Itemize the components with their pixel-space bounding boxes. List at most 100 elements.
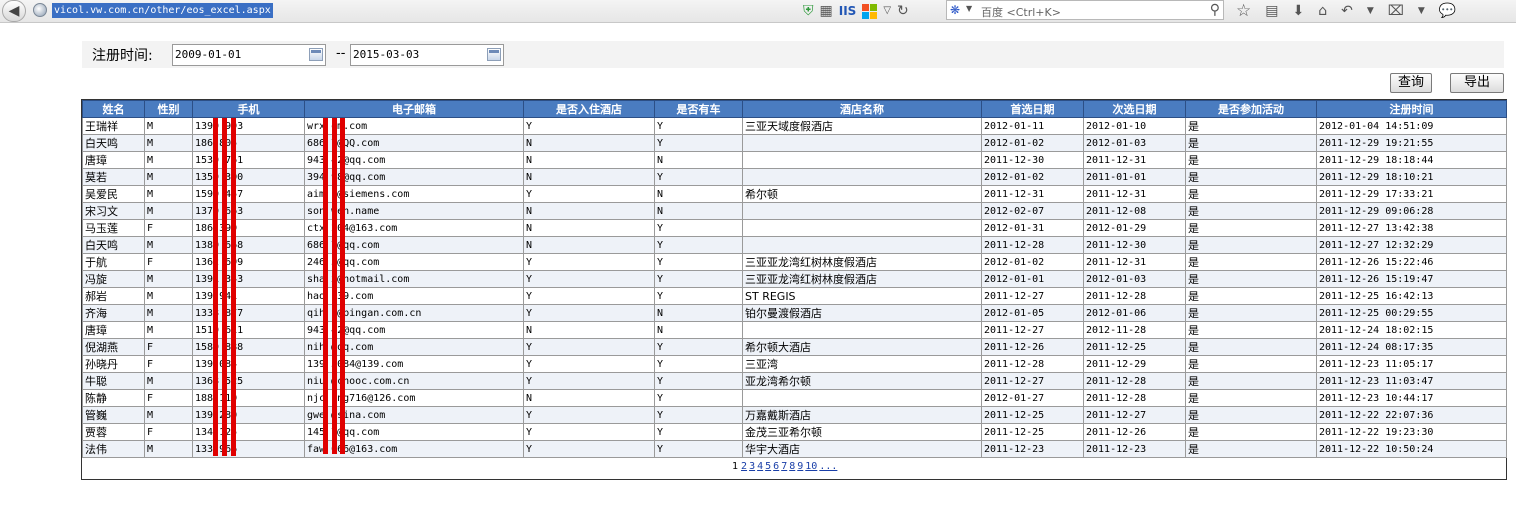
- table-cell: 吴爱民: [82, 185, 145, 203]
- table-cell: 是: [1185, 304, 1317, 322]
- table-row: 冯旋 M 1391 343 sha x@hotmail.com Y Y 三亚亚龙湾红树林度假…: [82, 270, 1507, 288]
- table-cell: 1380 668: [192, 236, 305, 254]
- chevron-down-icon[interactable]: ▼: [1367, 2, 1374, 20]
- table-cell: Y: [523, 270, 655, 288]
- qr-code-icon[interactable]: ▦: [820, 2, 833, 20]
- download-icon[interactable]: ⬇: [1292, 2, 1304, 20]
- table-cell: M: [144, 117, 193, 135]
- table-cell: Y: [654, 406, 743, 424]
- table-cell: 2011-12-30: [981, 151, 1084, 169]
- pagination: 1 2 3 4 5 6 7 8 9 10...: [732, 461, 839, 472]
- table-cell: 2012-01-03: [1083, 134, 1186, 152]
- page-link[interactable]: 2: [741, 461, 747, 472]
- table-cell: 2011-12-26 15:19:47: [1316, 270, 1507, 288]
- search-icon[interactable]: ⚲: [1210, 2, 1220, 18]
- address-bar-url[interactable]: vicol.vw.com.cn/other/eos_excel.aspx: [52, 3, 273, 18]
- table-cell: M: [144, 440, 193, 458]
- table-cell: Y: [523, 355, 655, 373]
- table-cell: M: [144, 236, 193, 254]
- table-cell: Y: [523, 440, 655, 458]
- page-link[interactable]: 3: [749, 461, 755, 472]
- star-icon[interactable]: ☆: [1236, 2, 1251, 20]
- table-cell: hao 139.com: [304, 287, 524, 305]
- chat-bubble-icon[interactable]: 💬: [1439, 2, 1456, 20]
- column-header: 是否参加活动: [1185, 100, 1317, 118]
- crop-icon[interactable]: ⌧: [1388, 2, 1404, 20]
- iis-label[interactable]: IIS: [839, 4, 857, 18]
- table-cell: 2012-01-01: [981, 270, 1084, 288]
- table-cell: 2011-12-26 15:22:46: [1316, 253, 1507, 271]
- page-link[interactable]: 7: [781, 461, 787, 472]
- search-box[interactable]: ❋ ▼ 百度 <Ctrl+K> ⚲: [946, 0, 1224, 20]
- end-date-input[interactable]: 2015-03-03: [350, 44, 504, 66]
- export-button[interactable]: 导出: [1450, 73, 1504, 93]
- page-link[interactable]: 10: [805, 461, 817, 472]
- table-cell: F: [144, 355, 193, 373]
- table-cell: 686 7@QQ.com: [304, 134, 524, 152]
- back-arrow-icon[interactable]: ◀: [2, 0, 26, 22]
- dropdown-triangle-icon[interactable]: ▽: [883, 2, 891, 20]
- table-cell: N: [523, 389, 655, 407]
- table-cell: 是: [1185, 406, 1317, 424]
- table-cell: aim u@siemens.com: [304, 185, 524, 203]
- table-cell: 是: [1185, 321, 1317, 339]
- calendar-icon[interactable]: [309, 48, 323, 61]
- reload-icon[interactable]: ↻: [897, 2, 909, 20]
- table-cell: M: [144, 185, 193, 203]
- table-row: 倪湖燕 F 1589 888 nih @qq.com Y Y 希尔顿大酒店 2011-12-2…: [82, 338, 1507, 356]
- reading-list-icon[interactable]: ▤: [1265, 2, 1278, 20]
- table-cell: M: [144, 372, 193, 390]
- table-cell: njc ing716@126.com: [304, 389, 524, 407]
- table-cell: 是: [1185, 440, 1317, 458]
- column-header: 次选日期: [1083, 100, 1186, 118]
- table-cell: Y: [654, 134, 743, 152]
- column-header: 电子邮箱: [304, 100, 524, 118]
- chevron-down-icon[interactable]: ▼: [966, 4, 972, 13]
- table-cell: N: [523, 151, 655, 169]
- home-icon[interactable]: ⌂: [1318, 2, 1327, 20]
- table-cell: 三亚亚龙湾红树林度假酒店: [742, 253, 982, 271]
- shield-icon[interactable]: ⛨: [803, 2, 814, 20]
- table-cell: Y: [654, 372, 743, 390]
- table-cell: 2011-12-29 18:10:21: [1316, 168, 1507, 186]
- start-date-input[interactable]: 2009-01-01: [172, 44, 326, 66]
- table-row: 法伟 M 133 966 faw 666@163.com Y Y 华宇大酒店 2011-12-…: [82, 440, 1507, 458]
- page-link[interactable]: 5: [765, 461, 771, 472]
- table-cell: 2011-12-23: [981, 440, 1084, 458]
- table-cell: 2011-12-23 11:05:17: [1316, 355, 1507, 373]
- table-cell: Y: [654, 236, 743, 254]
- table-cell: 2012-02-07: [981, 202, 1084, 220]
- undo-icon[interactable]: ↶: [1341, 2, 1353, 20]
- baidu-paw-icon[interactable]: ❋: [950, 3, 960, 17]
- chevron-down-icon[interactable]: ▼: [1418, 2, 1425, 20]
- table-cell: M: [144, 287, 193, 305]
- table-cell: [742, 134, 982, 152]
- table-cell: 管巍: [82, 406, 145, 424]
- calendar-icon[interactable]: [487, 48, 501, 61]
- table-cell: 是: [1185, 270, 1317, 288]
- table-cell: N: [523, 202, 655, 220]
- search-placeholder: 百度 <Ctrl+K>: [981, 6, 1061, 19]
- table-cell: M: [144, 151, 193, 169]
- query-button[interactable]: 查询: [1390, 73, 1432, 93]
- page-link[interactable]: 4: [757, 461, 763, 472]
- page-link-more[interactable]: ...: [819, 461, 837, 472]
- table-cell: 马玉莲: [82, 219, 145, 237]
- table-cell: 是: [1185, 151, 1317, 169]
- table-cell: 2011-12-27 12:32:29: [1316, 236, 1507, 254]
- table-row: 齐海 M 1338 877 qih 1@pingan.com.cn Y N 铂尔曼渡假酒店 2…: [82, 304, 1507, 322]
- table-cell: F: [144, 338, 193, 356]
- table-cell: 1362 699: [192, 253, 305, 271]
- page-link[interactable]: 9: [797, 461, 803, 472]
- table-cell: 2011-12-26: [1083, 423, 1186, 441]
- register-time-label: 注册时间:: [92, 48, 153, 64]
- table-row: 孙晓丹 F 139 084 139 5084@139.com Y Y 三亚湾 2011-12-…: [82, 355, 1507, 373]
- page-link[interactable]: 8: [789, 461, 795, 472]
- table-cell: [742, 168, 982, 186]
- page-link[interactable]: 6: [773, 461, 779, 472]
- table-cell: 三亚亚龙湾红树林度假酒店: [742, 270, 982, 288]
- table-cell: 倪湖燕: [82, 338, 145, 356]
- table-cell: qih 1@pingan.com.cn: [304, 304, 524, 322]
- start-date-value: 2009-01-01: [175, 48, 242, 61]
- table-cell: 139 084: [192, 355, 305, 373]
